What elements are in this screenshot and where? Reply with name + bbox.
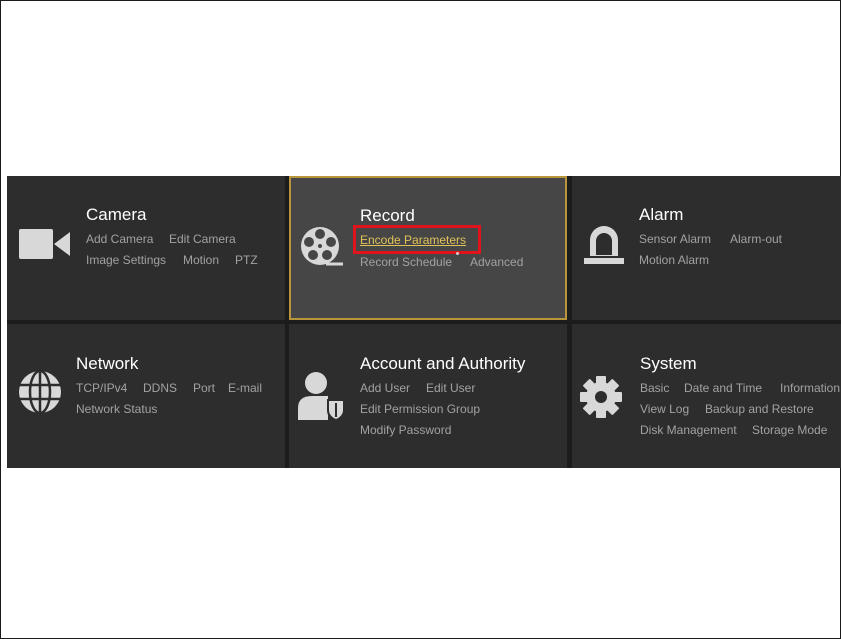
tcp-ipv4-link[interactable]: TCP/IPv4 [76,381,127,395]
network-title: Network [76,354,139,373]
motion-alarm-link[interactable]: Motion Alarm [639,253,709,267]
account-tile[interactable]: Account and Authority Add User Edit User… [289,324,567,468]
record-schedule-link[interactable]: Record Schedule [360,255,452,269]
add-camera-link[interactable]: Add Camera [86,232,153,246]
date-and-time-link[interactable]: Date and Time [684,381,762,395]
basic-link[interactable]: Basic [640,381,669,395]
account-title: Account and Authority [360,354,526,373]
email-link[interactable]: E-mail [228,381,262,395]
alarm-siren-icon [584,226,624,264]
gear-icon [580,376,622,418]
record-tile[interactable]: Record Encode Parameters Record Schedule… [289,176,567,320]
disk-management-link[interactable]: Disk Management [640,423,737,437]
user-shield-icon [298,372,345,422]
modify-password-link[interactable]: Modify Password [360,423,451,437]
alarm-tile[interactable]: Alarm Sensor Alarm Alarm-out Motion Alar… [572,176,841,320]
backup-and-restore-link[interactable]: Backup and Restore [705,402,814,416]
port-link[interactable]: Port [193,381,215,395]
video-camera-icon [19,229,70,259]
system-title: System [640,354,697,373]
ddns-link[interactable]: DDNS [143,381,177,395]
edit-permission-group-link[interactable]: Edit Permission Group [360,402,480,416]
sensor-alarm-link[interactable]: Sensor Alarm [639,232,711,246]
cursor-marker [456,252,459,255]
image-settings-link[interactable]: Image Settings [86,253,166,267]
edit-user-link[interactable]: Edit User [426,381,475,395]
network-status-link[interactable]: Network Status [76,402,157,416]
edit-camera-link[interactable]: Edit Camera [169,232,236,246]
main-menu-panel: Camera Add Camera Edit Camera Image Sett… [7,176,841,468]
globe-icon [19,369,61,415]
camera-title: Camera [86,205,147,224]
motion-link[interactable]: Motion [183,253,219,267]
system-tile[interactable]: System Basic Date and Time Information V… [572,324,841,468]
information-link[interactable]: Information [780,381,840,395]
encode-parameters-link[interactable]: Encode Parameters [360,233,466,247]
camera-tile[interactable]: Camera Add Camera Edit Camera Image Sett… [7,176,285,320]
record-advanced-link[interactable]: Advanced [470,255,523,269]
add-user-link[interactable]: Add User [360,381,410,395]
alarm-out-link[interactable]: Alarm-out [730,232,782,246]
record-title: Record [360,206,415,225]
ptz-link[interactable]: PTZ [235,253,258,267]
storage-mode-link[interactable]: Storage Mode [752,423,827,437]
view-log-link[interactable]: View Log [640,402,689,416]
network-tile[interactable]: Network TCP/IPv4 DDNS Port E-mail Networ… [7,324,285,468]
film-reel-icon [301,227,343,266]
alarm-title: Alarm [639,205,684,224]
